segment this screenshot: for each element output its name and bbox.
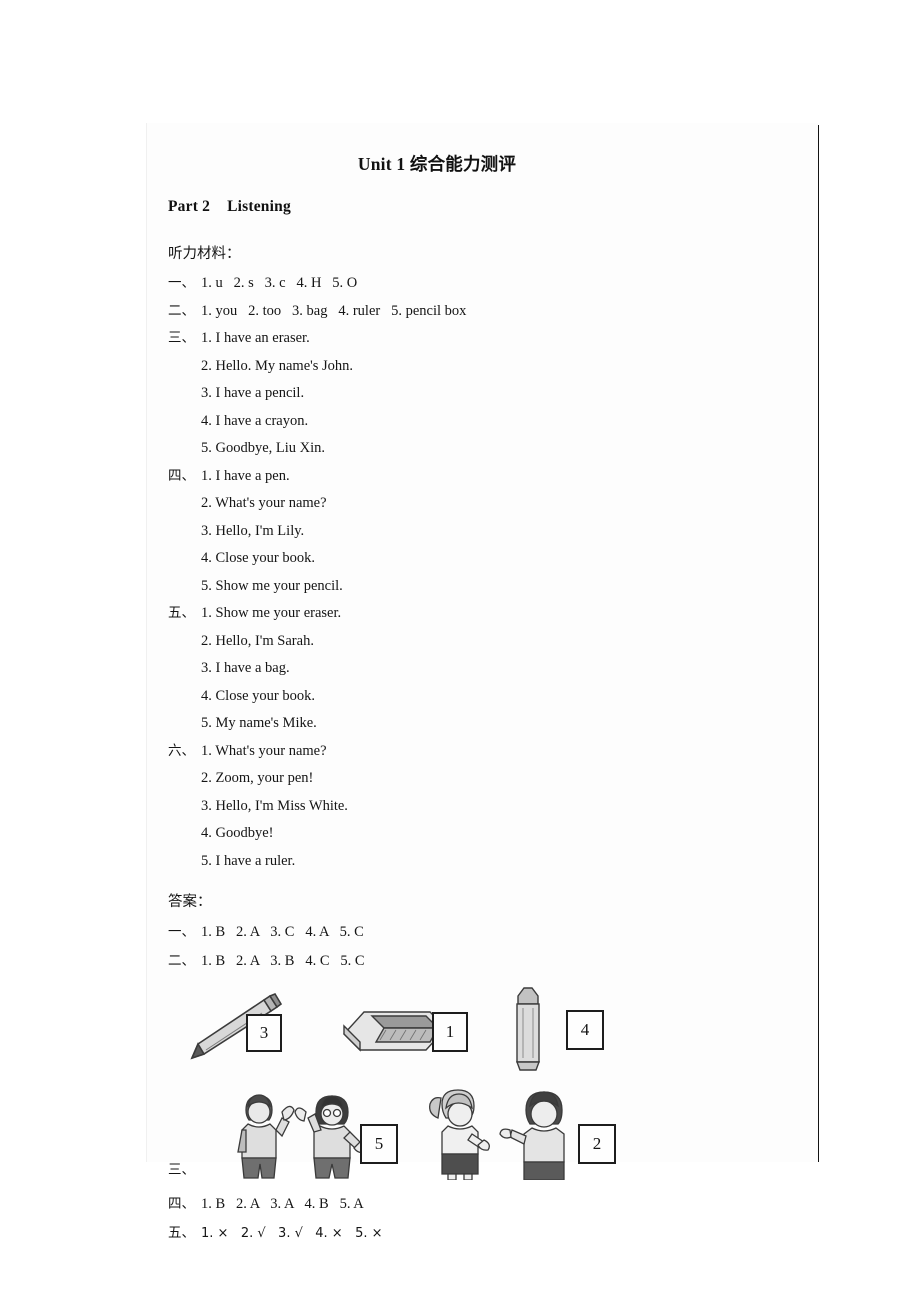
listening-section-5-text-1: 1. Show me your eraser. bbox=[201, 605, 342, 621]
answer-section-5-text: 1. × 2. √ 3. √ 4. × 5. × bbox=[201, 1225, 383, 1241]
listening-section-6-item-5: 5. I have a ruler. bbox=[201, 852, 296, 869]
listening-section-2-marker: 二、 bbox=[168, 302, 195, 319]
listening-section-1: 一、 1. u 2. s 3. c 4. H 5. O bbox=[168, 276, 796, 291]
answer-box-pencil: 3 bbox=[246, 1014, 282, 1052]
answer-section-2-text: 1. B 2. A 3. B 4. C 5. C bbox=[201, 952, 365, 969]
answer-section-1-marker: 一、 bbox=[168, 924, 195, 940]
answer-section-4-marker: 四、 bbox=[168, 1196, 195, 1212]
listening-section-4-item-5: 5. Show me your pencil. bbox=[201, 577, 343, 594]
listening-section-5-item-3: 3. I have a bag. bbox=[201, 660, 290, 676]
listening-section-6-text-1: 1. What's your name? bbox=[201, 742, 327, 759]
answers-label: 答案： bbox=[168, 894, 212, 910]
answer-section-3-picture-block: 3 1 4 5 2 三、 bbox=[168, 982, 796, 1183]
listening-section-6-item-4: 4. Goodbye! bbox=[201, 825, 274, 841]
listening-section-4-item-2: 2. What's your name? bbox=[201, 495, 327, 511]
part-heading-left: Part 2 bbox=[168, 198, 211, 215]
listening-section-1-text: 1. u 2. s 3. c 4. H 5. O bbox=[201, 275, 358, 291]
listening-section-3-item-3: 3. I have a pencil. bbox=[201, 385, 305, 401]
listening-section-1-marker: 一、 bbox=[168, 275, 195, 291]
listening-section-2-text: 1. you 2. too 3. bag 4. ruler 5. pencil … bbox=[201, 302, 467, 319]
listening-section-5-item-4: 4. Close your book. bbox=[201, 687, 315, 704]
part-heading: Part 2 Listening bbox=[168, 198, 796, 216]
page-title: Unit 1 综合能力测评 bbox=[357, 154, 517, 174]
answer-box-children-waving: 5 bbox=[360, 1124, 398, 1164]
listening-section-4-marker: 四、 bbox=[168, 467, 195, 484]
listening-section-4-item-4: 4. Close your book. bbox=[201, 550, 315, 566]
scanned-page-sheet: Unit 1 综合能力测评 Part 2 Listening 听力材料： 一、 1.… bbox=[146, 123, 818, 1240]
answer-section-2-marker: 二、 bbox=[168, 952, 195, 969]
answer-section-1-text: 1. B 2. A 3. C 4. A 5. C bbox=[201, 924, 364, 940]
listening-section-5-item-2: 2. Hello, I'm Sarah. bbox=[201, 632, 314, 649]
picture-crayon: 4 bbox=[504, 982, 634, 1078]
listening-section-5-item-5: 5. My name's Mike. bbox=[201, 715, 317, 731]
answer-section-3-marker: 三、 bbox=[168, 1162, 195, 1178]
listening-section-5-item-1: 五、 1. Show me your eraser. bbox=[168, 606, 796, 621]
picture-eraser: 1 bbox=[334, 982, 468, 1078]
listening-section-3-item-5: 5. Goodbye, Liu Xin. bbox=[201, 440, 326, 456]
listening-section-6-marker: 六、 bbox=[168, 742, 195, 759]
listening-section-6-item-1: 六、 1. What's your name? bbox=[168, 742, 796, 759]
listening-section-3-item-4: 4. I have a crayon. bbox=[201, 412, 309, 429]
listening-section-2: 二、 1. you 2. too 3. bag 4. ruler 5. penci… bbox=[168, 302, 796, 319]
answer-box-crayon: 4 bbox=[566, 1010, 604, 1050]
listening-section-3-text-1: 1. I have an eraser. bbox=[201, 330, 310, 346]
answer-box-eraser: 1 bbox=[432, 1012, 468, 1052]
answer-section-2: 二、 1. B 2. A 3. B 4. C 5. C bbox=[168, 952, 796, 969]
listening-section-4-item-3: 3. Hello, I'm Lily. bbox=[201, 522, 305, 539]
picture-pencil: 3 bbox=[176, 982, 286, 1078]
answer-box-children-greeting: 2 bbox=[578, 1124, 616, 1164]
picture-row-bottom: 5 2 三、 bbox=[168, 1084, 796, 1180]
picture-row-top: 3 1 4 bbox=[168, 982, 796, 1078]
answer-section-4: 四、 1. B 2. A 3. A 4. B 5. A bbox=[168, 1197, 796, 1212]
listening-section-3-item-2: 2. Hello. My name's John. bbox=[201, 357, 354, 374]
listening-section-6-item-2: 2. Zoom, your pen! bbox=[201, 770, 314, 786]
listening-section-4-item-1: 四、 1. I have a pen. bbox=[168, 467, 796, 484]
listening-material-label: 听力材料： bbox=[168, 246, 241, 262]
listening-section-4-text-1: 1. I have a pen. bbox=[201, 467, 290, 484]
listening-section-3-item-1: 三、 1. I have an eraser. bbox=[168, 331, 796, 346]
answer-section-5-marker: 五、 bbox=[168, 1224, 195, 1241]
picture-children-waving: 5 bbox=[212, 1084, 402, 1180]
listening-section-3-marker: 三、 bbox=[168, 330, 195, 346]
listening-section-6-item-3: 3. Hello, I'm Miss White. bbox=[201, 797, 348, 814]
answer-section-4-text: 1. B 2. A 3. A 4. B 5. A bbox=[201, 1196, 364, 1212]
answer-section-1: 一、 1. B 2. A 3. C 4. A 5. C bbox=[168, 925, 796, 940]
part-heading-right: Listening bbox=[227, 198, 291, 215]
listening-section-5-marker: 五、 bbox=[168, 605, 195, 621]
answer-section-5: 五、 1. × 2. √ 3. √ 4. × 5. × bbox=[168, 1226, 796, 1241]
page-content: Unit 1 综合能力测评 Part 2 Listening 听力材料： 一、 1.… bbox=[168, 123, 796, 1240]
picture-children-greeting: 2 bbox=[420, 1084, 620, 1180]
